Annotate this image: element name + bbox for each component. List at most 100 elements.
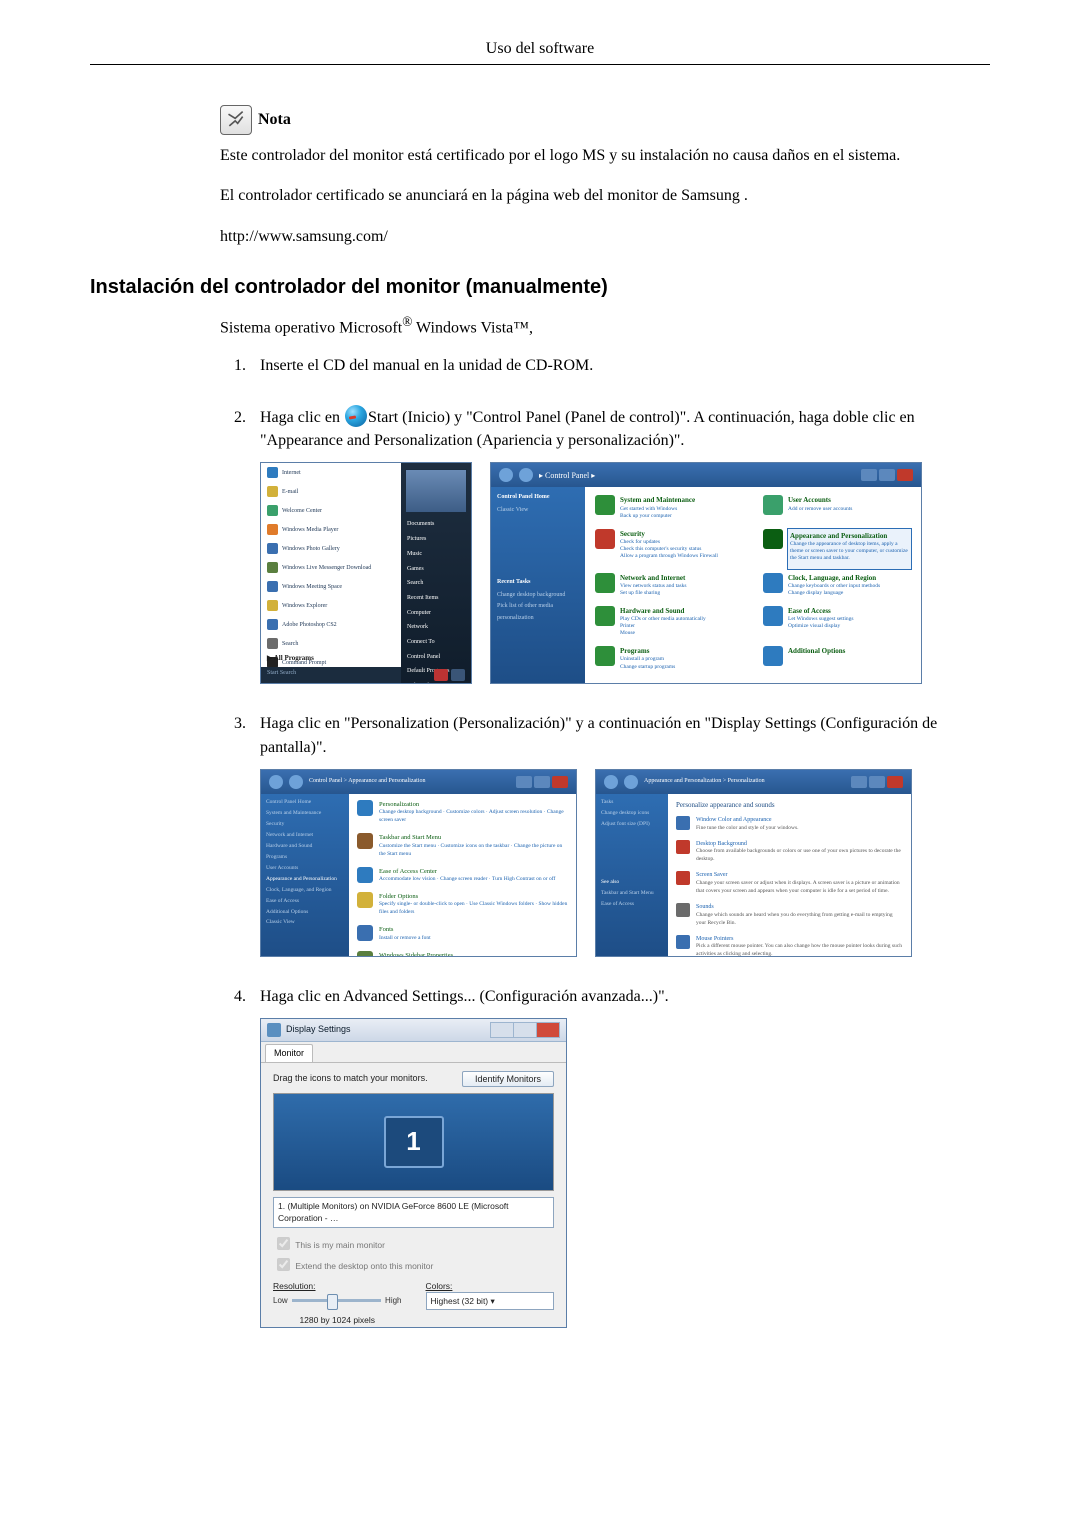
maximize-icon[interactable] <box>869 776 885 788</box>
personalization-header: Personalize appearance and sounds <box>676 800 903 810</box>
start-item[interactable]: Adobe Photoshop CS2 <box>261 615 401 634</box>
nav-item[interactable]: Hardware and Sound <box>266 843 344 851</box>
appearance-group[interactable]: Folder OptionsSpecify single- or double-… <box>357 892 568 917</box>
nav-item[interactable]: Tasks <box>601 799 663 807</box>
cp-category[interactable]: Ease of AccessLet Windows suggest settin… <box>763 606 911 642</box>
minimize-icon[interactable] <box>851 776 867 788</box>
start-item[interactable]: Internet <box>261 463 401 482</box>
nav-item[interactable]: Change desktop icons <box>601 810 663 818</box>
resolution-slider[interactable]: Low High <box>273 1292 402 1310</box>
close-icon[interactable] <box>897 469 913 481</box>
nav-item[interactable]: Additional Options <box>266 909 344 917</box>
lock-button[interactable] <box>451 669 465 681</box>
start-item[interactable]: E-mail <box>261 482 401 501</box>
start-item[interactable]: Search <box>261 634 401 653</box>
close-icon[interactable] <box>887 776 903 788</box>
start-right-item[interactable]: Control Panel <box>401 650 471 665</box>
cp-category[interactable]: Appearance and PersonalizationChange the… <box>763 529 911 569</box>
nav-item[interactable]: Clock, Language, and Region <box>266 887 344 895</box>
start-item[interactable]: Windows Explorer <box>261 596 401 615</box>
nav-item[interactable]: Programs <box>266 854 344 862</box>
personalization-item[interactable]: Desktop BackgroundChoose from available … <box>676 840 903 865</box>
nav-item[interactable]: System and Maintenance <box>266 810 344 818</box>
forward-icon[interactable] <box>519 468 533 482</box>
see-also-item[interactable]: Taskbar and Start Menu <box>601 890 663 898</box>
back-icon[interactable] <box>499 468 513 482</box>
nav-item[interactable]: Security <box>266 821 344 829</box>
step-1: Inserte el CD del manual en la unidad de… <box>250 354 980 377</box>
nav-item[interactable]: Ease of Access <box>266 898 344 906</box>
appearance-group[interactable]: Windows Sidebar PropertiesAdd gadgets to… <box>357 951 568 957</box>
slider-low: Low <box>273 1295 288 1307</box>
nav-item[interactable]: Classic View <box>266 919 344 927</box>
recent-task[interactable]: Change desktop background <box>497 591 579 600</box>
start-right-item[interactable]: Documents <box>401 517 471 532</box>
step-2: Haga clic en Start (Inicio) y "Control P… <box>250 405 980 684</box>
maximize-icon[interactable] <box>513 1022 536 1038</box>
close-icon[interactable] <box>552 776 568 788</box>
personalization-item[interactable]: SoundsChange which sounds are heard when… <box>676 903 903 928</box>
maximize-icon[interactable] <box>534 776 550 788</box>
back-icon[interactable] <box>269 775 283 789</box>
personalization-item[interactable]: Screen SaverChange your screen saver or … <box>676 871 903 896</box>
os-mid: Windows Vista <box>412 320 513 337</box>
start-right-item[interactable]: Network <box>401 620 471 635</box>
cp-home-link[interactable]: Control Panel Home <box>497 493 579 502</box>
close-icon[interactable] <box>536 1022 560 1038</box>
colors-dropdown[interactable]: Highest (32 bit) ▾ <box>426 1292 555 1310</box>
cp-category[interactable]: Hardware and SoundPlay CDs or other medi… <box>595 606 743 642</box>
minimize-icon[interactable] <box>861 469 877 481</box>
cp-category[interactable]: SecurityCheck for updatesCheck this comp… <box>595 529 743 569</box>
forward-icon[interactable] <box>624 775 638 789</box>
nav-item[interactable]: Network and Internet <box>266 832 344 840</box>
start-right-item[interactable]: Music <box>401 547 471 562</box>
start-item[interactable]: Windows Meeting Space <box>261 577 401 596</box>
monitor-preview[interactable]: 1 <box>273 1093 554 1191</box>
recent-task[interactable]: Pick list of other media <box>497 602 579 611</box>
forward-icon[interactable] <box>289 775 303 789</box>
start-item[interactable]: Windows Live Messenger Download <box>261 558 401 577</box>
breadcrumb[interactable]: ▸ Control Panel ▸ <box>539 470 595 482</box>
start-right-item[interactable]: Games <box>401 562 471 577</box>
start-item[interactable]: Windows Media Player <box>261 520 401 539</box>
maximize-icon[interactable] <box>879 469 895 481</box>
start-right-item[interactable]: Search <box>401 576 471 591</box>
monitor-1[interactable]: 1 <box>384 1116 444 1168</box>
nav-item[interactable]: User Accounts <box>266 865 344 873</box>
start-right-item[interactable]: Computer <box>401 606 471 621</box>
monitor-dropdown[interactable]: 1. (Multiple Monitors) on NVIDIA GeForce… <box>273 1197 554 1228</box>
see-also-item[interactable]: Ease of Access <box>601 901 663 909</box>
appearance-group[interactable]: PersonalizationChange desktop background… <box>357 800 568 825</box>
start-right-item[interactable]: Pictures <box>401 532 471 547</box>
cp-category[interactable]: Additional Options <box>763 646 911 675</box>
cp-category[interactable]: System and MaintenanceGet started with W… <box>595 495 743 524</box>
tab-monitor[interactable]: Monitor <box>265 1044 313 1062</box>
start-right-item[interactable]: Connect To <box>401 635 471 650</box>
nav-item[interactable]: Control Panel Home <box>266 799 344 807</box>
personalization-item[interactable]: Mouse PointersPick a different mouse poi… <box>676 935 903 957</box>
appearance-group[interactable]: Taskbar and Start MenuCustomize the Star… <box>357 833 568 858</box>
start-right-item[interactable]: Recent Items <box>401 591 471 606</box>
cp-category[interactable]: ProgramsUninstall a programChange startu… <box>595 646 743 675</box>
breadcrumb[interactable]: Control Panel > Appearance and Personali… <box>309 777 426 786</box>
minimize-icon[interactable] <box>490 1022 513 1038</box>
back-icon[interactable] <box>604 775 618 789</box>
cp-category[interactable]: Network and InternetView network status … <box>595 573 743 602</box>
start-search[interactable]: Start Search <box>261 667 401 683</box>
appearance-group[interactable]: FontsInstall or remove a font <box>357 925 568 942</box>
all-programs[interactable]: ▶ All Programs <box>267 653 314 663</box>
personalization-item[interactable]: Window Color and AppearanceFine tune the… <box>676 816 903 833</box>
breadcrumb[interactable]: Appearance and Personalization > Persona… <box>644 777 765 786</box>
start-item[interactable]: Windows Photo Gallery <box>261 539 401 558</box>
nav-item[interactable]: Appearance and Personalization <box>266 876 344 884</box>
shutdown-button[interactable] <box>434 669 448 681</box>
appearance-group[interactable]: Ease of Access CenterAccommodate low vis… <box>357 867 568 884</box>
start-item[interactable]: Welcome Center <box>261 501 401 520</box>
classic-view-link[interactable]: Classic View <box>497 506 579 515</box>
minimize-icon[interactable] <box>516 776 532 788</box>
nav-item[interactable]: Adjust font size (DPI) <box>601 821 663 829</box>
cp-category[interactable]: User AccountsAdd or remove user accounts <box>763 495 911 524</box>
recent-task[interactable]: personalization <box>497 614 579 623</box>
cp-category[interactable]: Clock, Language, and RegionChange keyboa… <box>763 573 911 602</box>
identify-monitors-button[interactable]: Identify Monitors <box>462 1071 554 1087</box>
